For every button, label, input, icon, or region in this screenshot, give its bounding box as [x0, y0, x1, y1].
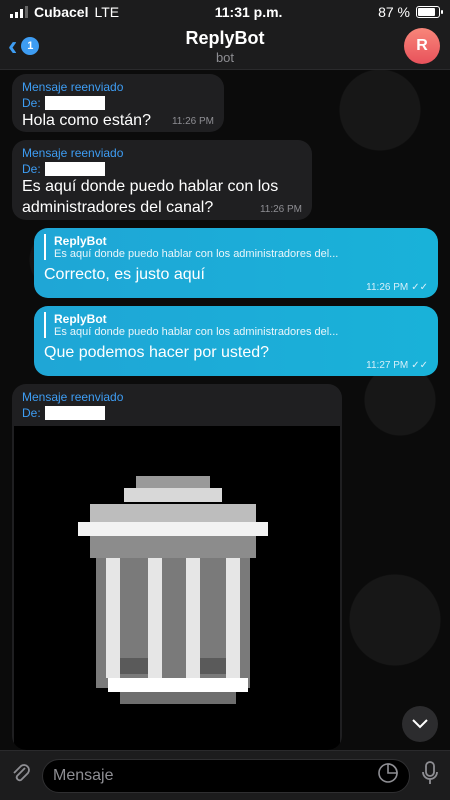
clock: 11:31 p.m.	[214, 4, 283, 20]
reply-snippet: Es aquí donde puedo hablar con los admin…	[54, 326, 339, 338]
chat-subtitle: bot	[215, 50, 235, 65]
reply-snippet: Es aquí donde puedo hablar con los admin…	[54, 248, 339, 260]
from-label: De:	[22, 96, 41, 110]
microphone-icon[interactable]	[420, 760, 440, 791]
trash-can-icon	[78, 476, 268, 704]
message-meta: 11:27 PM ✓✓	[366, 360, 428, 371]
redacted-sender	[44, 96, 105, 110]
carrier-label: Cubacel	[34, 4, 89, 20]
forwarded-from: De:	[22, 96, 214, 110]
message-input[interactable]: Mensaje	[42, 758, 410, 793]
reply-quote[interactable]: ReplyBot Es aquí donde puedo hablar con …	[44, 312, 428, 338]
forwarded-label: Mensaje reenviado	[22, 390, 124, 404]
message-meta: 11:26 PM ✓✓	[366, 282, 428, 293]
message-input-placeholder: Mensaje	[53, 766, 114, 784]
from-label: De:	[22, 162, 41, 176]
paperclip-icon[interactable]	[10, 762, 32, 789]
composer-bar: Mensaje	[0, 750, 450, 800]
message-bubble-outgoing[interactable]: ReplyBot Es aquí donde puedo hablar con …	[34, 306, 438, 376]
reply-author: ReplyBot	[54, 312, 107, 326]
message-time: 11:26 PM	[171, 116, 214, 127]
scroll-to-bottom-button[interactable]	[402, 706, 438, 742]
reply-quote[interactable]: ReplyBot Es aquí donde puedo hablar con …	[44, 234, 428, 260]
status-bar: Cubacel LTE 11:31 p.m. 87 %	[0, 0, 450, 24]
chat-title: ReplyBot	[185, 28, 265, 48]
forwarded-label: Mensaje reenviado	[22, 80, 124, 94]
chevron-down-icon	[412, 719, 428, 729]
double-check-icon: ✓✓	[411, 282, 428, 293]
message-bubble-outgoing[interactable]: ReplyBot Es aquí donde puedo hablar con …	[34, 228, 438, 298]
forwarded-from: De:	[22, 406, 332, 420]
network-label: LTE	[94, 4, 120, 20]
double-check-icon: ✓✓	[411, 360, 428, 371]
forwarded-label: Mensaje reenviado	[22, 146, 124, 160]
message-list: Mensaje reenviado De: Hola como están? 1…	[0, 70, 450, 750]
redacted-sender	[44, 162, 105, 176]
reply-author: ReplyBot	[54, 234, 107, 248]
message-time: 11:26 PM	[366, 282, 409, 293]
message-text-line: Es aquí donde puedo hablar con los	[22, 178, 279, 195]
media-image[interactable]	[14, 426, 340, 750]
signal-icon	[10, 6, 28, 18]
redacted-sender	[44, 406, 105, 420]
from-label: De:	[22, 406, 41, 420]
chat-header: ‹ 1 ReplyBot bot R	[0, 24, 450, 70]
sticker-icon[interactable]	[377, 762, 399, 789]
message-bubble-incoming[interactable]: Mensaje reenviado De: Es aquí donde pued…	[12, 140, 312, 220]
message-time: 11:27 PM	[366, 360, 409, 371]
message-bubble-media[interactable]: Mensaje reenviado De:	[12, 384, 342, 750]
avatar[interactable]: R	[404, 28, 440, 64]
message-time: 11:26 PM	[259, 204, 302, 215]
battery-percent: 87 %	[378, 4, 410, 20]
battery-icon	[415, 6, 443, 18]
chat-title-area[interactable]: ReplyBot bot	[0, 28, 450, 65]
message-bubble-incoming[interactable]: Mensaje reenviado De: Hola como están? 1…	[12, 74, 224, 132]
forwarded-from: De:	[22, 162, 302, 176]
